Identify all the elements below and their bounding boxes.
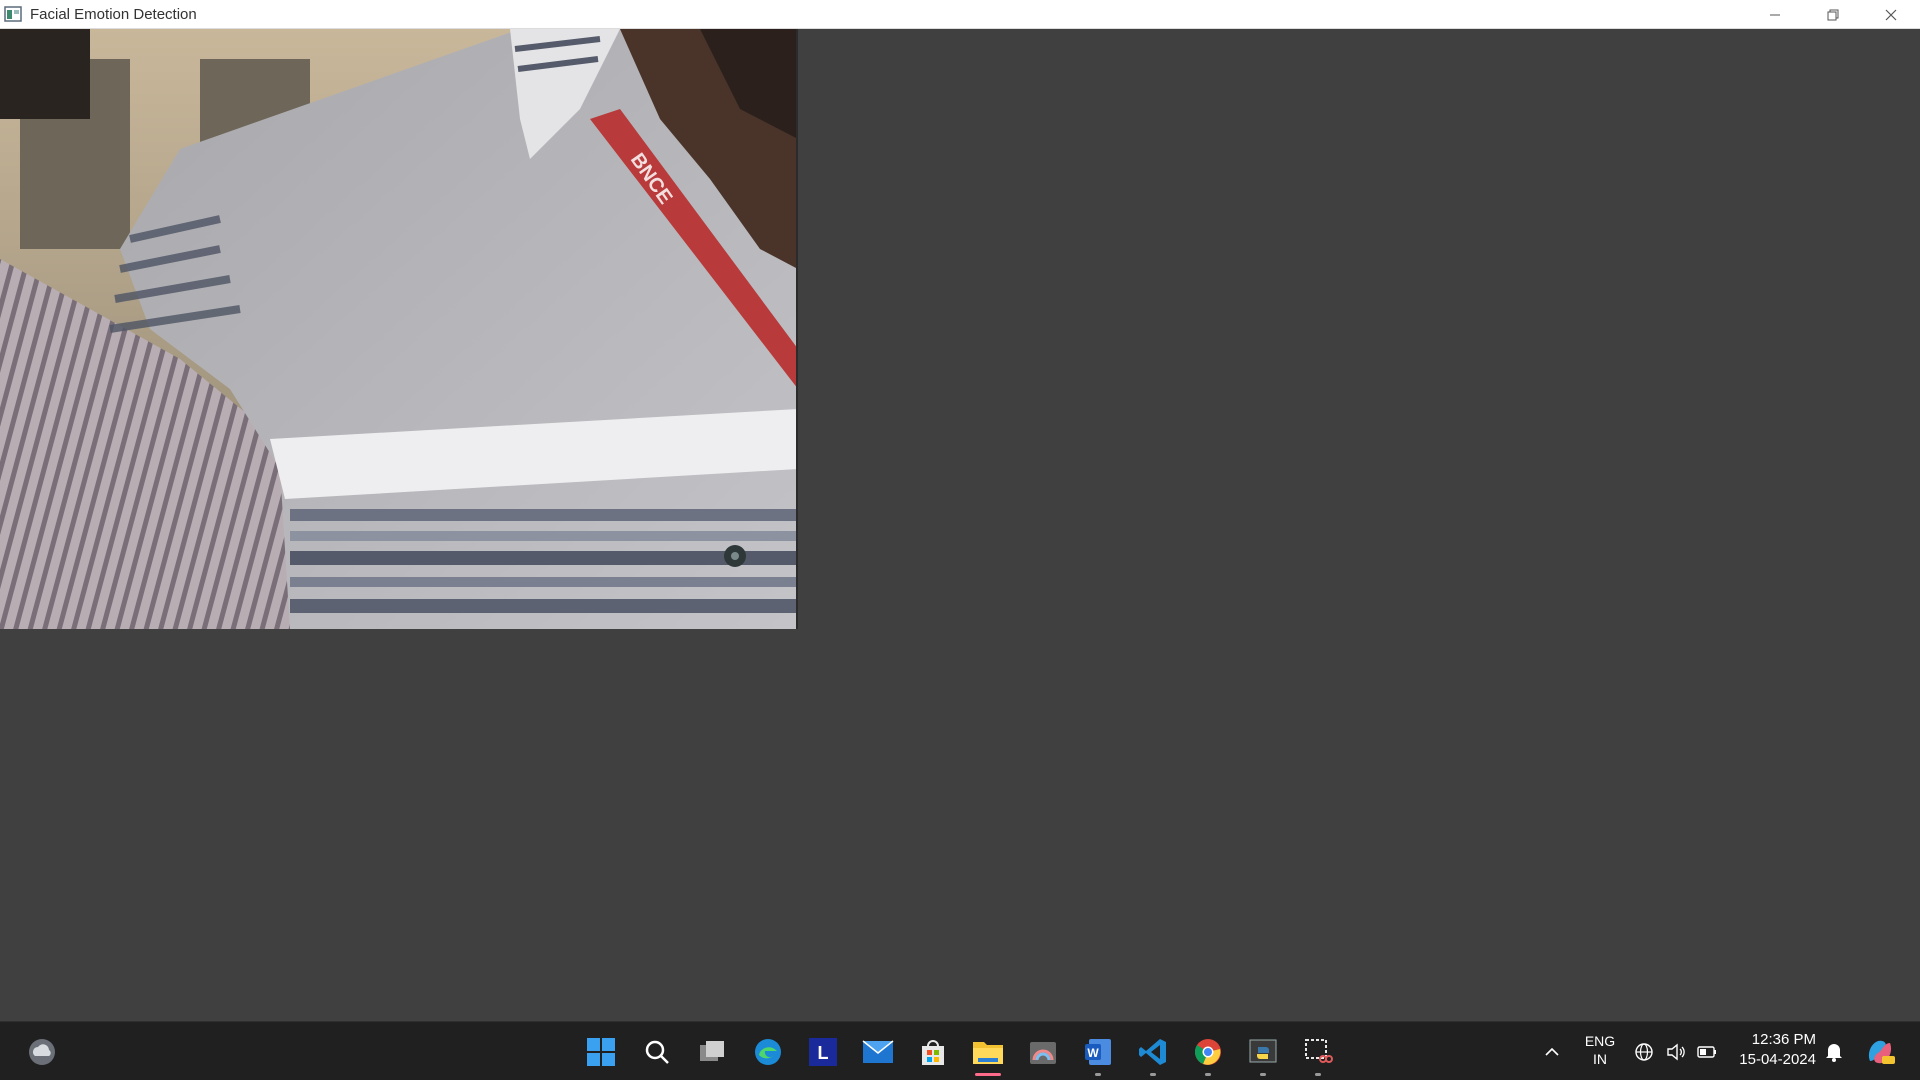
search-icon [645,1040,669,1064]
file-explorer-button[interactable] [970,1034,1006,1076]
minimize-button[interactable] [1746,0,1804,29]
weather-cloud-icon [29,1039,55,1065]
running-indicator [1150,1073,1156,1076]
webcam-video-frame: BNCE [0,29,798,629]
l-app-button[interactable]: L [805,1034,841,1070]
notifications-button[interactable] [1820,1034,1848,1070]
clock-date: 15-04-2024 [1739,1051,1816,1068]
running-indicator [1315,1073,1321,1076]
store-icon [922,1040,944,1065]
mail-icon [862,1040,894,1063]
window-client-area: BNCE [0,29,1920,1021]
snipping-tool-icon [1305,1039,1333,1063]
word-icon: W [1085,1039,1111,1065]
l-app-icon: L [809,1038,837,1066]
window-titlebar[interactable]: Facial Emotion Detection [0,0,1920,29]
word-button[interactable]: W [1080,1034,1116,1076]
battery-icon [1697,1046,1716,1058]
app-window-icon [4,6,22,22]
taskbar: L W ENG IN 12:36 PM 15-04-2024 [0,1021,1920,1080]
chevron-up-icon [1545,1047,1559,1056]
region-code: IN [1593,1051,1607,1067]
webcam-image: BNCE [0,29,796,629]
show-hidden-icons-button[interactable] [1534,1034,1570,1070]
minimize-icon [1770,14,1780,15]
svg-text:L: L [818,1043,829,1063]
start-button[interactable] [583,1034,619,1070]
search-button[interactable] [639,1034,675,1070]
start-icon [587,1038,615,1066]
svg-text:W: W [1087,1046,1099,1060]
store-button[interactable] [915,1034,951,1070]
vscode-button[interactable] [1135,1034,1171,1076]
file-explorer-icon [973,1042,1003,1064]
mail-button[interactable] [860,1034,896,1070]
running-indicator [1260,1073,1266,1076]
network-button[interactable] [1630,1034,1658,1070]
battery-button[interactable] [1693,1034,1721,1070]
close-button[interactable] [1862,0,1920,29]
copilot-button[interactable] [1862,1034,1898,1070]
running-indicator [1095,1073,1101,1076]
restore-button[interactable] [1804,0,1862,29]
clock[interactable]: 12:36 PM 15-04-2024 [1739,1030,1816,1070]
snipping-tool-button[interactable] [1300,1034,1336,1076]
copilot-icon [1868,1040,1895,1064]
chrome-icon [1194,1039,1221,1065]
language-code: ENG [1584,1033,1616,1049]
edge-icon [755,1039,781,1065]
window-title: Facial Emotion Detection [30,5,197,23]
clock-time: 12:36 PM [1751,1031,1816,1048]
running-indicator [1205,1073,1211,1076]
running-indicator [975,1073,1001,1076]
restore-icon [1827,9,1839,20]
vscode-icon [1139,1039,1166,1065]
widgets-button[interactable] [24,1034,60,1070]
bell-icon [1826,1044,1842,1062]
close-icon [1885,9,1897,20]
task-view-button[interactable] [694,1034,730,1070]
language-indicator[interactable]: ENG IN [1580,1032,1620,1068]
speaker-icon [1667,1043,1685,1061]
edge-button[interactable] [750,1034,786,1070]
chrome-button[interactable] [1190,1034,1226,1076]
globe-network-icon [1635,1043,1653,1061]
volume-button[interactable] [1662,1034,1690,1070]
python-button[interactable] [1245,1034,1281,1076]
photos-button[interactable] [1025,1034,1061,1070]
task-view-icon [700,1041,724,1061]
photos-icon [1030,1042,1056,1064]
python-icon [1249,1039,1277,1063]
